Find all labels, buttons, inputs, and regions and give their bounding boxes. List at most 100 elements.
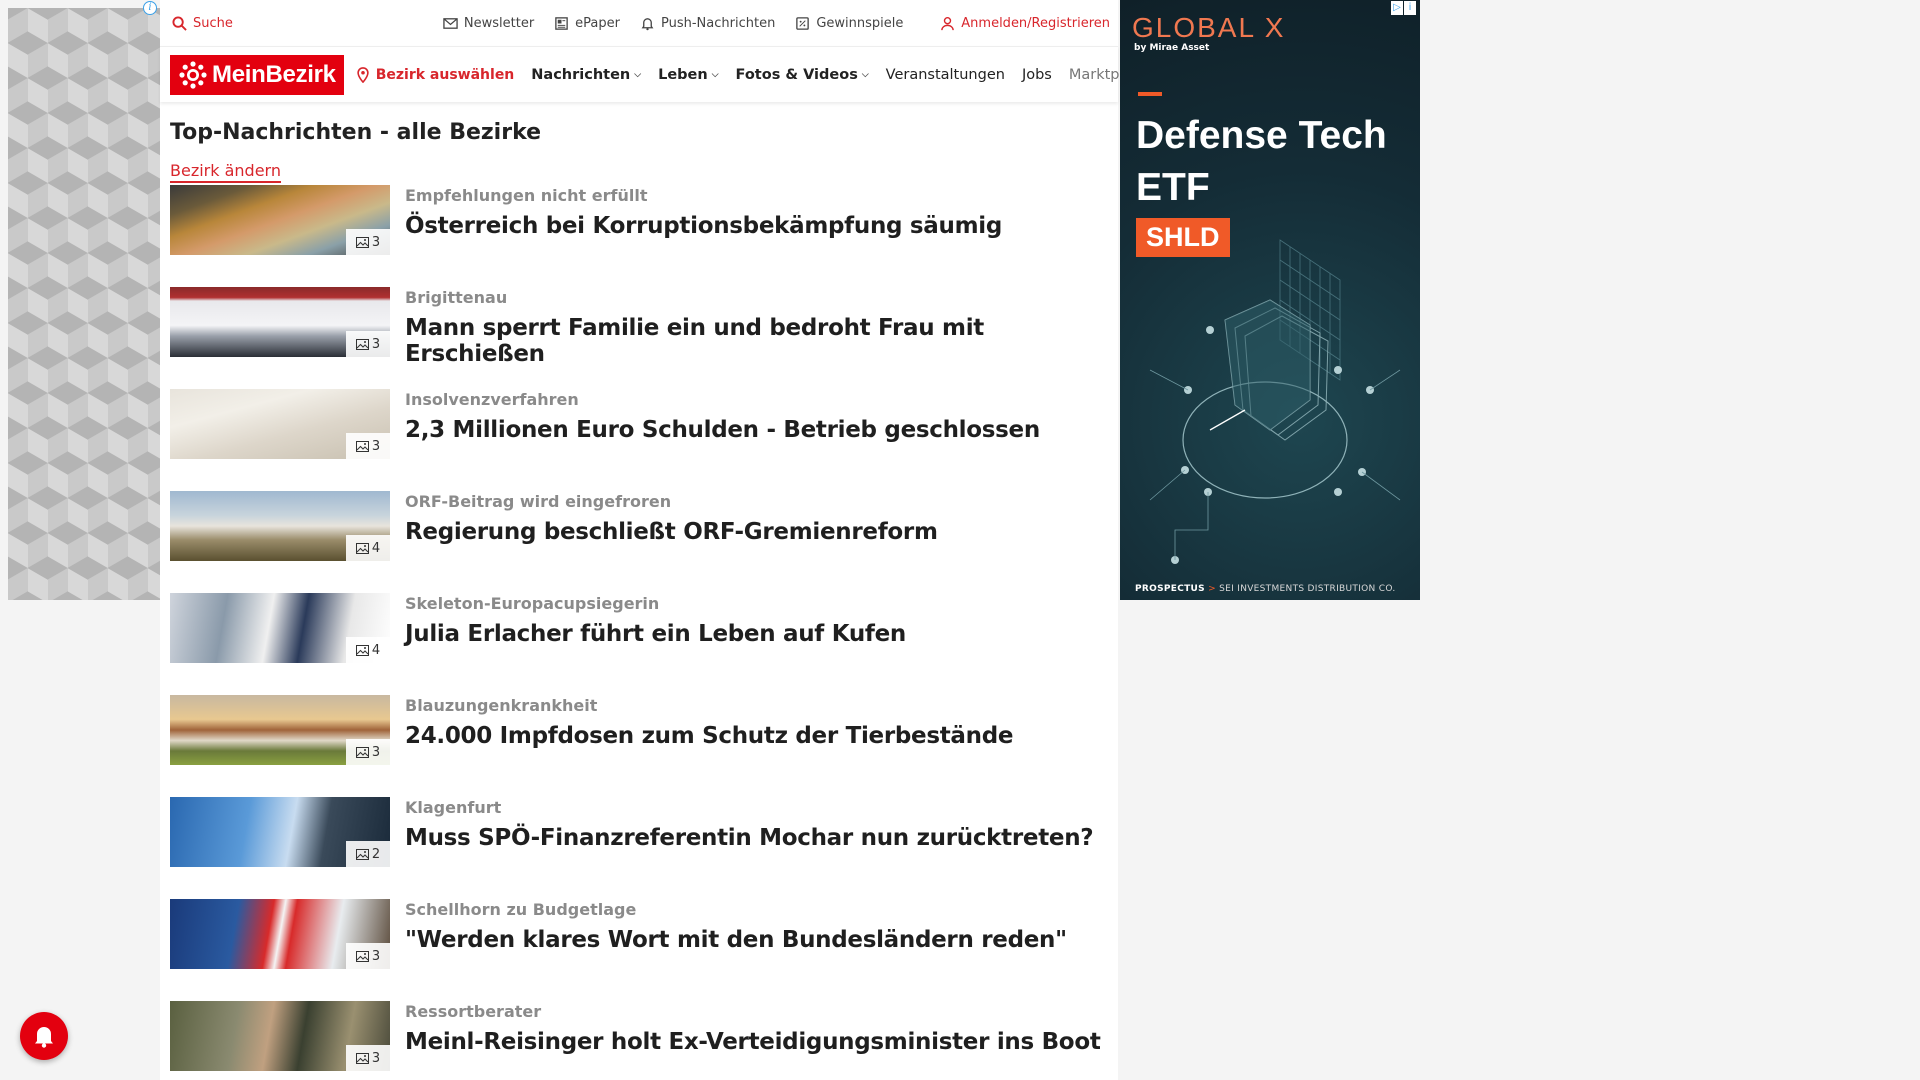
login-link[interactable]: Anmelden/Registrieren xyxy=(940,16,1110,31)
ad-footer-arrow: > xyxy=(1208,584,1216,594)
ad-prospectus-link[interactable]: PROSPECTUS xyxy=(1135,584,1205,594)
article-headline[interactable]: Meinl-Reisinger holt Ex-Verteidigungsmin… xyxy=(405,1029,1101,1055)
gallery-icon xyxy=(355,542,369,554)
site-logo[interactable]: MeinBezirk xyxy=(170,54,344,95)
image-count-badge: 4 xyxy=(346,535,390,561)
ad-title-line2: ETF xyxy=(1136,166,1210,209)
nav-label: Jobs xyxy=(1021,66,1052,83)
article-headline[interactable]: Julia Erlacher führt ein Leben auf Kufen xyxy=(405,621,906,647)
global-x-ad[interactable]: GLOBAL X by Mirae Asset Defense Tech ETF xyxy=(1120,0,1420,600)
push-notifications-link[interactable]: Push-Nachrichten xyxy=(640,16,775,31)
article-item[interactable]: 3 Ressortberater Meinl-Reisinger holt Ex… xyxy=(160,1001,1118,1080)
article-headline[interactable]: Regierung beschließt ORF-Gremienreform xyxy=(405,519,938,545)
search-label: Suche xyxy=(193,15,233,31)
page-title: Top-Nachrichten - alle Bezirke xyxy=(170,120,542,145)
image-count: 3 xyxy=(371,948,381,964)
gift-icon xyxy=(796,16,810,30)
article-text: Klagenfurt Muss SPÖ-Finanzreferentin Moc… xyxy=(405,797,1094,899)
article-kicker: Schellhorn zu Budgetlage xyxy=(405,900,637,919)
nav-item-nachrichten[interactable]: Nachrichten ⌵ xyxy=(531,67,641,83)
gallery-icon xyxy=(355,1052,369,1064)
image-count-badge: 3 xyxy=(346,433,390,459)
article-text: ORF-Beitrag wird eingefroren Regierung b… xyxy=(405,491,938,593)
newsletter-label: Newsletter xyxy=(463,15,535,31)
nav-label: Leben xyxy=(658,66,708,83)
chevron-down-icon: ⌵ xyxy=(861,69,869,80)
article-item[interactable]: 3 Brigittenau Mann sperrt Familie ein un… xyxy=(160,287,1118,389)
article-headline[interactable]: "Werden klares Wort mit den Bundesländer… xyxy=(405,927,1067,953)
article-item[interactable]: 3 Insolvenzverfahren 2,3 Millionen Euro … xyxy=(160,389,1118,491)
bell-icon xyxy=(641,17,654,30)
article-item[interactable]: 4 Skeleton-Europacupsiegerin Julia Erlac… xyxy=(160,593,1118,695)
image-count-badge: 3 xyxy=(346,229,390,255)
image-count-badge: 3 xyxy=(346,331,390,357)
nav-item-veranstaltungen[interactable]: Veranstaltungen xyxy=(886,67,1005,83)
article-text: Schellhorn zu Budgetlage "Werden klares … xyxy=(405,899,1067,1001)
article-thumbnail[interactable]: 3 xyxy=(170,389,390,459)
article-kicker: Empfehlungen nicht erfüllt xyxy=(405,186,648,205)
article-headline[interactable]: 24.000 Impfdosen zum Schutz der Tierbest… xyxy=(405,723,1014,749)
article-kicker: Brigittenau xyxy=(405,288,508,307)
main-navigation: MeinBezirk Bezirk auswählen Nachrichten … xyxy=(160,46,1146,102)
article-thumbnail[interactable]: 3 xyxy=(170,287,390,357)
article-item[interactable]: 3 Empfehlungen nicht erfüllt Österreich … xyxy=(160,185,1118,287)
newsletter-link[interactable]: Newsletter xyxy=(443,16,534,31)
article-text: Ressortberater Meinl-Reisinger holt Ex-V… xyxy=(405,1001,1101,1080)
image-count-badge: 3 xyxy=(346,739,390,765)
district-selector[interactable]: Bezirk auswählen xyxy=(356,67,514,83)
article-thumbnail[interactable]: 4 xyxy=(170,593,390,663)
article-item[interactable]: 3 Schellhorn zu Budgetlage "Werden klare… xyxy=(160,899,1118,1001)
article-kicker: ORF-Beitrag wird eingefroren xyxy=(405,492,672,511)
epaper-link[interactable]: ePaper xyxy=(554,16,620,31)
article-item[interactable]: 4 ORF-Beitrag wird eingefroren Regierung… xyxy=(160,491,1118,593)
gallery-icon xyxy=(355,236,369,248)
games-link[interactable]: Gewinnspiele xyxy=(795,16,903,31)
article-thumbnail[interactable]: 3 xyxy=(170,185,390,255)
search-button[interactable]: Suche xyxy=(172,16,233,31)
article-item[interactable]: 3 Blauzungenkrankheit 24.000 Impfdosen z… xyxy=(160,695,1118,797)
article-item[interactable]: 2 Klagenfurt Muss SPÖ-Finanzreferentin M… xyxy=(160,797,1118,899)
mail-icon xyxy=(443,17,458,29)
adchoices-icon[interactable]: ▷ i xyxy=(1391,1,1416,15)
article-kicker: Skeleton-Europacupsiegerin xyxy=(405,594,660,613)
article-thumbnail[interactable]: 3 xyxy=(170,695,390,765)
logo-text: MeinBezirk xyxy=(212,60,336,88)
article-headline[interactable]: Österreich bei Korruptionsbekämpfung säu… xyxy=(405,213,1002,239)
chevron-down-icon: ⌵ xyxy=(634,69,642,80)
article-text: Brigittenau Mann sperrt Familie ein und … xyxy=(405,287,1118,389)
newspaper-icon xyxy=(555,16,568,30)
image-count-badge: 2 xyxy=(346,841,390,867)
nav-item-fotos-videos[interactable]: Fotos & Videos ⌵ xyxy=(736,67,869,83)
ad-ticker-badge: SHLD xyxy=(1136,218,1230,257)
article-thumbnail[interactable]: 2 xyxy=(170,797,390,867)
nav-item-jobs[interactable]: Jobs xyxy=(1022,67,1052,83)
sun-logo-icon xyxy=(179,60,207,89)
nav-label: Veranstaltungen xyxy=(885,66,1005,83)
image-count: 3 xyxy=(371,234,381,250)
left-background-ad[interactable] xyxy=(8,8,160,600)
gallery-icon xyxy=(355,644,369,656)
article-text: Empfehlungen nicht erfüllt Österreich be… xyxy=(405,185,1002,287)
nav-item-leben[interactable]: Leben ⌵ xyxy=(658,67,718,83)
article-headline[interactable]: 2,3 Millionen Euro Schulden - Betrieb ge… xyxy=(405,417,1040,443)
article-thumbnail[interactable]: 4 xyxy=(170,491,390,561)
search-icon xyxy=(172,15,187,31)
article-headline[interactable]: Muss SPÖ-Finanzreferentin Mochar nun zur… xyxy=(405,825,1094,851)
article-thumbnail[interactable]: 3 xyxy=(170,899,390,969)
notification-bell-button[interactable] xyxy=(20,1012,68,1060)
ad-accent-dash xyxy=(1138,92,1162,96)
change-district-link[interactable]: Bezirk ändern xyxy=(170,161,281,183)
ad-footer: PROSPECTUS > SEI INVESTMENTS DISTRIBUTIO… xyxy=(1135,584,1396,594)
article-text: Insolvenzverfahren 2,3 Millionen Euro Sc… xyxy=(405,389,1040,491)
article-thumbnail[interactable]: 3 xyxy=(170,1001,390,1071)
image-count: 4 xyxy=(371,642,381,658)
article-headline[interactable]: Mann sperrt Familie ein und bedroht Frau… xyxy=(405,315,1118,367)
gallery-icon xyxy=(355,950,369,962)
article-kicker: Blauzungenkrankheit xyxy=(405,696,598,715)
article-kicker: Klagenfurt xyxy=(405,798,502,817)
chevron-down-icon: ⌵ xyxy=(711,69,719,80)
ad-info-icon[interactable]: i xyxy=(143,1,157,15)
image-count: 3 xyxy=(371,1050,381,1066)
user-icon xyxy=(941,16,955,30)
image-count-badge: 3 xyxy=(346,1045,390,1071)
